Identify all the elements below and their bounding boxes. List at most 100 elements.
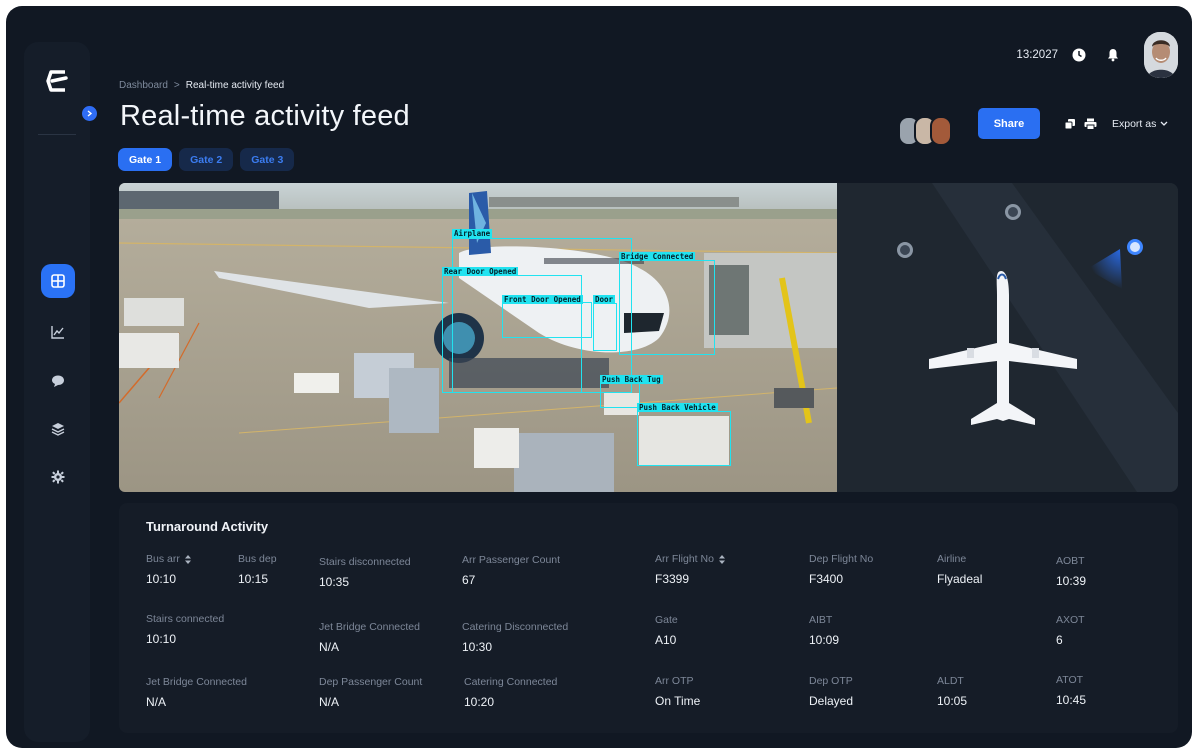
sort-icon[interactable] (184, 554, 191, 564)
field-value: 6 (1056, 633, 1063, 647)
turnaround-activity-panel: Turnaround Activity Bus arr 10:10 Bus de… (119, 503, 1178, 733)
field-label: AIBT (809, 614, 833, 626)
app-window: Dashboard > Real-time activity feed Real… (6, 6, 1192, 748)
field-bus-arr: Bus arr 10:10 (146, 553, 191, 586)
export-dropdown[interactable]: Export as (1112, 118, 1168, 130)
gate-tabs: Gate 1 Gate 2 Gate 3 (118, 148, 295, 171)
gate-map[interactable] (837, 183, 1178, 492)
field-label-text: Arr Flight No (655, 553, 714, 565)
field-value: F3400 (809, 572, 844, 586)
field-value: A10 (655, 633, 677, 647)
breadcrumb-current: Real-time activity feed (185, 80, 285, 91)
map-canvas (837, 183, 1178, 492)
detection-box-bridge (619, 260, 715, 355)
tab-gate-1[interactable]: Gate 1 (118, 148, 173, 171)
field-value: 10:10 (146, 632, 177, 646)
field-label: Bus dep (238, 553, 277, 565)
print-icon[interactable] (1084, 118, 1097, 130)
user-avatar[interactable] (1144, 32, 1178, 78)
sidebar-item-settings[interactable] (41, 460, 75, 494)
field-value: On Time (655, 694, 701, 708)
field-value: Flyadeal (937, 572, 983, 586)
field-axot: AXOT 6 (1056, 614, 1085, 647)
detection-label-door: Door (593, 295, 616, 304)
dashboard-grid-icon (51, 274, 65, 288)
field-value: N/A (319, 695, 340, 709)
detection-box-push-back-vehicle (637, 411, 731, 466)
field-jet-bridge-connected: Jet Bridge Connected N/A (319, 621, 420, 654)
layers-icon (51, 423, 65, 436)
detection-label-front-door: Front Door Opened (502, 295, 583, 304)
sidebar-expand-button[interactable] (82, 106, 97, 121)
field-label: Dep Passenger Count (319, 676, 423, 688)
field-atot: ATOT 10:45 (1056, 674, 1086, 707)
field-label: Jet Bridge Connected (146, 676, 247, 688)
field-label: Catering Disconnected (462, 621, 569, 633)
field-aobt: AOBT 10:39 (1056, 555, 1086, 588)
field-catering-connected: Catering Connected 10:20 (464, 676, 557, 709)
field-value: 10:35 (319, 575, 350, 589)
field-label: Gate (655, 614, 678, 626)
copy-icon[interactable] (1064, 118, 1076, 130)
breadcrumb: Dashboard > Real-time activity feed (119, 80, 284, 91)
sort-icon[interactable] (718, 554, 725, 564)
field-label-text: Bus arr (146, 553, 180, 565)
sidebar-item-dashboard[interactable] (41, 264, 75, 298)
field-label: AOBT (1056, 555, 1085, 567)
gear-icon (51, 470, 65, 484)
field-airline: Airline Flyadeal (937, 553, 982, 586)
field-aldt: ALDT 10:05 (937, 675, 967, 708)
detection-box-front-door (502, 302, 592, 338)
field-value: N/A (146, 695, 167, 709)
field-label: Bus arr (146, 553, 191, 565)
field-dep-passenger-count: Dep Passenger Count N/A (319, 676, 422, 709)
chevron-down-icon (1160, 121, 1168, 126)
field-label: Arr OTP (655, 675, 694, 687)
field-jet-bridge-connected: Jet Bridge Connected N/A (146, 676, 247, 709)
export-label: Export as (1112, 118, 1157, 130)
map-marker[interactable] (1005, 204, 1021, 220)
sidebar-item-analytics[interactable] (41, 315, 75, 349)
chevron-right-icon (87, 110, 93, 117)
breadcrumb-separator: > (173, 80, 180, 91)
field-label: Stairs connected (146, 613, 225, 625)
map-marker-active[interactable] (1127, 239, 1143, 255)
sidebar-divider (38, 134, 76, 135)
field-label: Arr Passenger Count (462, 554, 561, 566)
chart-icon (51, 326, 64, 339)
field-label: Dep Flight No (809, 553, 874, 565)
field-value: N/A (319, 640, 340, 654)
detection-label-push-back-vehicle: Push Back Vehicle (637, 403, 718, 412)
share-button[interactable]: Share (978, 108, 1040, 139)
field-stairs-disconnected: Stairs disconnected 10:35 (319, 556, 411, 589)
breadcrumb-root[interactable]: Dashboard (119, 80, 168, 91)
field-arr-flight-no: Arr Flight No F3399 (655, 553, 725, 586)
app-logo[interactable] (43, 66, 73, 96)
camera-feed[interactable]: Airplane Rear Door Opened Bridge Connect… (119, 183, 837, 492)
map-marker[interactable] (897, 242, 913, 258)
clock-icon[interactable] (1072, 48, 1086, 62)
field-value: Delayed (809, 694, 854, 708)
field-arr-passenger-count: Arr Passenger Count 67 (462, 554, 560, 587)
collaborators-avatars[interactable] (898, 116, 952, 146)
chat-icon (52, 375, 64, 387)
field-label: Stairs disconnected (319, 556, 411, 568)
tab-gate-3[interactable]: Gate 3 (240, 148, 295, 171)
page-title: Real-time activity feed (120, 100, 410, 132)
sidebar-item-messages[interactable] (41, 364, 75, 398)
field-bus-dep: Bus dep 10:15 (238, 553, 277, 586)
field-stairs-connected: Stairs connected 10:10 (146, 613, 224, 646)
field-label: Airline (937, 553, 967, 565)
field-value: 10:39 (1056, 574, 1087, 588)
field-label: Dep OTP (809, 675, 853, 687)
field-label: AXOT (1056, 614, 1085, 626)
field-catering-disconnected: Catering Disconnected 10:30 (462, 621, 568, 654)
sidebar (24, 42, 97, 742)
field-value: 10:15 (238, 572, 269, 586)
field-value: 10:30 (462, 640, 493, 654)
field-label: Jet Bridge Connected (319, 621, 420, 633)
sidebar-item-layers[interactable] (41, 412, 75, 446)
bell-icon[interactable] (1106, 48, 1120, 62)
field-aibt: AIBT 10:09 (809, 614, 839, 647)
tab-gate-2[interactable]: Gate 2 (179, 148, 234, 171)
